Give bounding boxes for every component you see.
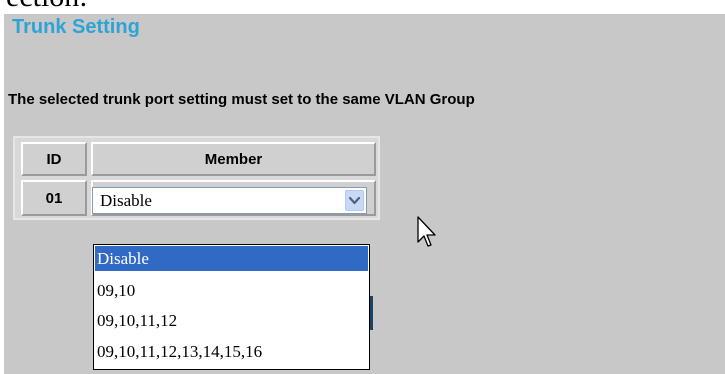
header-id: ID [21, 142, 87, 176]
trunk-note: The selected trunk port setting must set… [8, 91, 475, 108]
member-select-value: Disable [100, 191, 152, 210]
header-member: Member [91, 142, 376, 176]
hidden-button-edge [370, 296, 373, 330]
chevron-down-icon[interactable] [345, 190, 364, 211]
top-text-fragment: ection: [0, 0, 725, 14]
dropdown-option-disable[interactable]: Disable [95, 246, 368, 271]
dropdown-option-09-16[interactable]: 09,10,11,12,13,14,15,16 [95, 339, 368, 364]
page-title: Trunk Setting [12, 16, 140, 38]
row-id-cell: 01 [21, 180, 87, 216]
top-fragment-text: ection: [6, 0, 88, 14]
left-frame-edge [0, 14, 4, 374]
dropdown-option-09-10[interactable]: 09,10 [95, 278, 368, 303]
mouse-cursor-icon [417, 216, 436, 247]
member-select[interactable]: Disable [92, 187, 367, 214]
dropdown-option-09-12[interactable]: 09,10,11,12 [95, 308, 368, 333]
member-dropdown-list: Disable 09,10 09,10,11,12 09,10,11,12,13… [93, 244, 370, 370]
